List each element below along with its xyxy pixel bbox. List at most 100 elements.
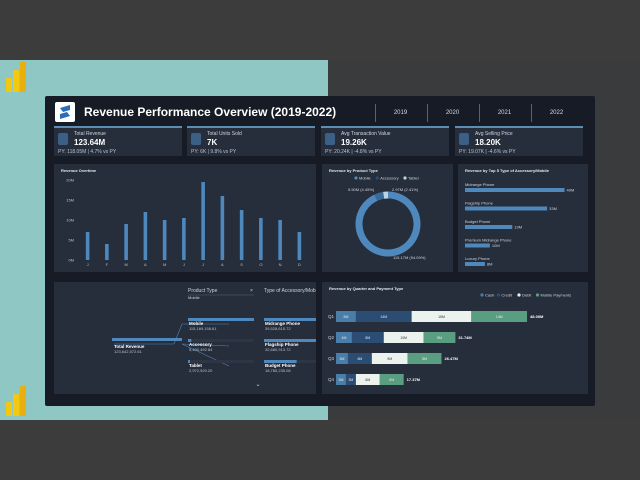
powerbi-logo-icon <box>6 62 30 92</box>
legend-marker <box>354 176 358 180</box>
revenue-overtime-chart: 20M 15M 10M 5M 0M J F M A M J J A S O N D <box>66 178 302 267</box>
legend-marker <box>403 176 407 180</box>
bar <box>297 232 302 260</box>
x-tick-label: F <box>106 262 109 267</box>
dashboard-header: Revenue Performance Overview (2019-2022)… <box>50 100 590 126</box>
bar <box>259 218 263 260</box>
column-header: Product Type <box>188 288 218 294</box>
y-tick-label: 15M <box>66 198 74 203</box>
bar <box>465 225 513 229</box>
bar <box>124 224 128 260</box>
x-tick-label: S <box>240 262 243 267</box>
category-label: Q4 <box>328 377 335 382</box>
kpi-comparison: PY: 6K | 9.8% vs PY <box>191 149 237 155</box>
legend-label: Cash <box>485 293 494 298</box>
data-label: 4M <box>342 336 347 340</box>
product-type-donut-chart: Mobile Accessory Tablet 115.17M (94.09%) 5.5… <box>348 176 426 261</box>
root-bar <box>112 338 182 341</box>
x-tick-label: A <box>144 262 147 267</box>
powerbi-logo-icon <box>6 386 30 416</box>
revenue-overtime-card[interactable]: Revenue Overtime 20M 15M 10M 5M 0M J F M A M J J A S O… <box>54 164 316 272</box>
data-label: 3M <box>348 378 353 382</box>
data-label: 6M <box>365 378 370 382</box>
x-tick-label: M <box>124 262 127 267</box>
decomposition-tree-card[interactable]: Total Revenue 123,642,572.61 Product Type ×… <box>54 282 316 394</box>
legend-label: Debit <box>522 293 532 298</box>
legend-label: Credit <box>501 293 513 298</box>
data-label: 10M <box>492 243 500 248</box>
data-label: 8M <box>437 336 442 340</box>
x-tick-label: J <box>202 262 204 267</box>
y-tick-label: 5M <box>68 238 74 243</box>
y-tick-label: 10M <box>66 218 74 223</box>
legend-marker <box>375 176 379 180</box>
year-2019-button[interactable]: 2019 <box>375 104 425 122</box>
root-value: 123,642,572.61 <box>114 349 143 354</box>
x-tick-label: M <box>163 262 166 267</box>
bar <box>220 196 225 260</box>
total-label: 31.74M <box>458 335 472 340</box>
x-tick-label: J <box>87 262 89 267</box>
kpi-label: Total Units Sold <box>207 131 242 137</box>
node-value: 39,528,615.72 <box>265 326 291 331</box>
chevron-down-icon: ⌄ <box>255 382 260 388</box>
kpi-label: Total Revenue <box>74 131 106 137</box>
kpi-value: 18.20K <box>475 138 501 147</box>
kpi-comparison: PY: 20.24K | -4.8% vs PY <box>325 149 382 155</box>
quarter-payment-card[interactable]: Revenue by Quarter and Payment Type Cash… <box>322 282 588 394</box>
legend-marker <box>535 293 540 297</box>
data-label: 15M <box>438 315 445 319</box>
bar <box>105 244 109 260</box>
category-label: Q3 <box>328 356 335 361</box>
data-label: 8M <box>422 357 427 361</box>
kpi-avg-transaction-value[interactable]: Avg Transaction Value 19.26K PY: 20.24K … <box>321 126 449 156</box>
legend-label: Mobile Payments <box>541 293 572 298</box>
data-label: 5.50M (4.45%) <box>348 187 375 192</box>
x-tick-label: J <box>183 262 185 267</box>
data-label: 40M <box>567 188 575 193</box>
bar <box>182 218 186 260</box>
tag-icon <box>459 133 469 145</box>
data-label: 2.97M (2.41%) <box>392 187 419 192</box>
kpi-avg-selling-price[interactable]: Avg Selling Price 18.20K PY: 19.07K | -4… <box>455 126 583 156</box>
bar <box>465 262 485 266</box>
kpi-comparison: PY: 19.07K | -4.6% vs PY <box>459 149 516 155</box>
total-label: 26.47M <box>444 356 458 361</box>
year-2022-button[interactable]: 2022 <box>531 104 581 122</box>
kpi-value: 19.26K <box>341 138 367 147</box>
column-filter: Mobile <box>188 295 201 300</box>
kpi-total-revenue[interactable]: Total Revenue 123.64M PY: 118.05M | 4.7%… <box>54 126 182 156</box>
data-label: 14M <box>496 315 503 319</box>
revenue-by-product-type-card[interactable]: Revenue by Product Type Mobile Accessory T… <box>322 164 453 272</box>
bar <box>85 232 90 260</box>
node-value: 32,680,913.72 <box>265 347 291 352</box>
bar <box>201 182 205 260</box>
x-tick-label: O <box>259 262 262 267</box>
bar <box>239 210 244 260</box>
legend-label: Mobile <box>359 176 372 181</box>
donut-slice <box>374 191 385 201</box>
total-label: 17.37M <box>407 377 421 382</box>
total-label: 48.00M <box>530 314 544 319</box>
year-slicer[interactable]: 2019 2020 2021 2022 <box>375 104 590 122</box>
category-label: Q1 <box>328 314 335 319</box>
year-2021-button[interactable]: 2021 <box>479 104 529 122</box>
node-value: 5,490,492.84 <box>189 347 213 352</box>
x-tick-label: N <box>279 262 282 267</box>
kpi-total-units-sold[interactable]: Total Units Sold 7K PY: 6K | 9.8% vs PY <box>187 126 315 156</box>
node-value: 18,785,235.08 <box>265 368 291 373</box>
data-label: 3M <box>339 378 344 382</box>
donut-slice <box>355 191 421 257</box>
data-label: 6M <box>389 378 394 382</box>
legend-label: Accessory <box>380 176 398 181</box>
category-label: Flagship Phone <box>465 201 494 206</box>
close-icon: × <box>250 288 253 294</box>
data-label: 9M <box>387 357 392 361</box>
category-label: Midrange Phone <box>465 182 495 187</box>
page-title: Revenue Performance Overview (2019-2022) <box>84 105 337 119</box>
year-2020-button[interactable]: 2020 <box>427 104 477 122</box>
decomposition-tree: Total Revenue123,642,572.61Product Type ×… <box>112 288 316 388</box>
top5-type-card[interactable]: Revenue by Top 5 Type of Accessory/Mobil… <box>458 164 588 272</box>
legend-marker <box>496 293 500 297</box>
data-label: 19M <box>514 225 522 230</box>
